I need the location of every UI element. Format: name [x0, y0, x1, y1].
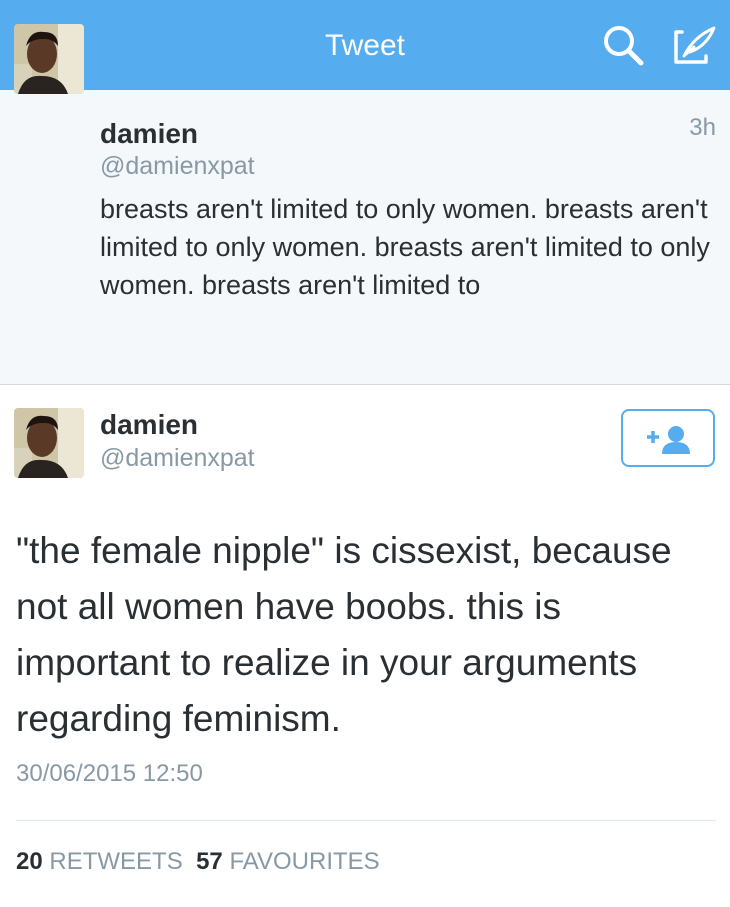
tweet-text: "the female nipple" is cissexist, becaus… [16, 530, 672, 739]
favourites-count: 57 [196, 848, 223, 875]
parent-timestamp: 3h [689, 114, 716, 141]
avatar[interactable] [14, 408, 84, 478]
retweets-label: RETWEETS [49, 848, 183, 875]
retweets-count: 20 [16, 848, 43, 875]
author-name[interactable]: damien [100, 409, 198, 441]
parent-author-handle[interactable]: @damienxpat [100, 152, 255, 181]
compose-button[interactable] [666, 20, 720, 70]
favourites-stat[interactable]: 57 FAVOURITES [196, 848, 380, 875]
author-handle[interactable]: @damienxpat [100, 444, 255, 473]
search-button[interactable] [598, 20, 648, 70]
retweets-stat[interactable]: 20 RETWEETS [16, 848, 183, 875]
add-user-icon [647, 426, 690, 454]
nav-bar: Tweet [0, 0, 730, 90]
parent-tweet-text: breasts aren't limited to only women. br… [100, 194, 710, 300]
tweet-stats: 20 RETWEETS 57 FAVOURITES [16, 848, 380, 876]
parent-author-name[interactable]: damien [100, 118, 198, 150]
tweet-timestamp: 30/06/2015 12:50 [16, 760, 203, 787]
compose-icon [674, 26, 716, 64]
favourites-label: FAVOURITES [229, 848, 380, 875]
divider [16, 820, 716, 821]
search-icon [604, 26, 644, 66]
avatar[interactable] [14, 24, 84, 94]
follow-button[interactable] [621, 409, 715, 467]
